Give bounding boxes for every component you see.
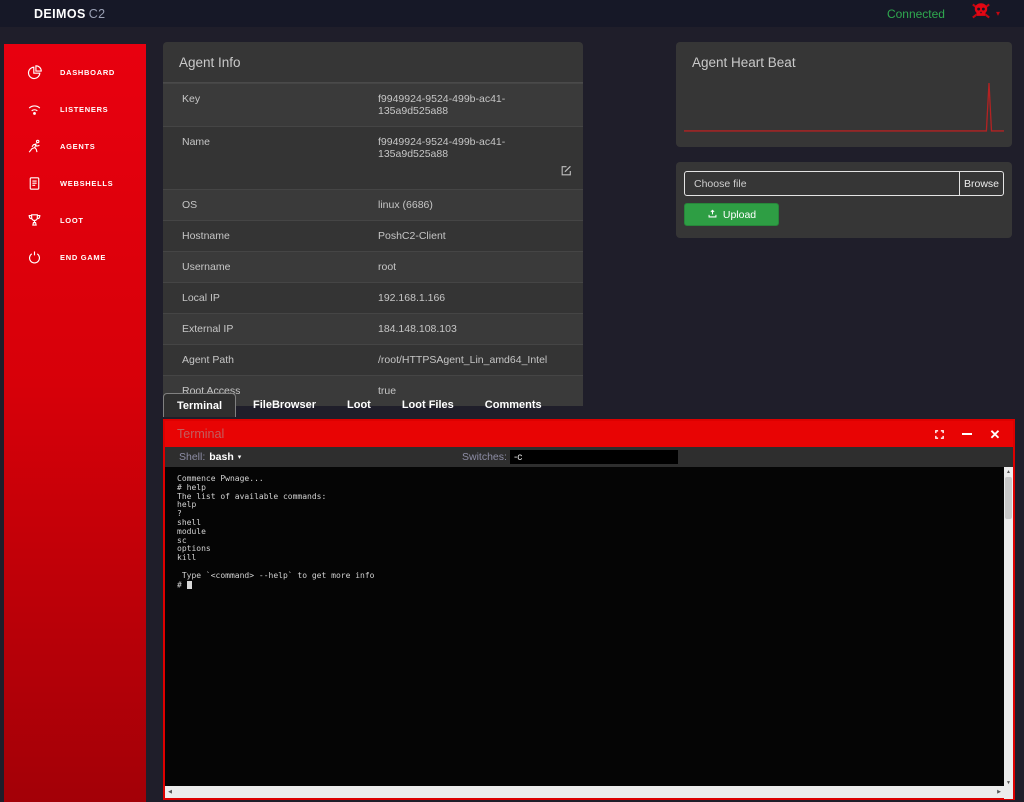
heartbeat-title: Agent Heart Beat: [676, 42, 1012, 82]
scroll-up-arrow[interactable]: ▲: [1004, 467, 1013, 476]
brand: DEIMOSC2: [34, 7, 106, 21]
skull-icon: [971, 2, 991, 25]
document-icon: [26, 175, 43, 192]
row-value: 192.168.1.166: [378, 292, 573, 304]
terminal-body: Commence Pwnage... # help The list of av…: [165, 467, 1013, 798]
brand-primary: DEIMOS: [34, 7, 86, 21]
table-row: Name f9949924-9524-499b-ac41-135a9d525a8…: [163, 126, 583, 189]
minimize-icon[interactable]: [961, 428, 973, 440]
sidebar-item-listeners[interactable]: LISTENERS: [4, 91, 146, 128]
row-value: f9949924-9524-499b-ac41-135a9d525a88: [378, 136, 573, 180]
table-row: Agent Path /root/HTTPSAgent_Lin_amd64_In…: [163, 344, 583, 375]
trophy-icon: [26, 212, 43, 229]
horizontal-scrollbar[interactable]: ◀ ▶: [165, 786, 1004, 798]
sidebar-label: DASHBOARD: [60, 68, 115, 77]
shell-label: Shell:: [179, 451, 205, 463]
row-label: OS: [182, 199, 378, 211]
edit-icon[interactable]: [560, 164, 573, 177]
sidebar-item-webshells[interactable]: WEBSHELLS: [4, 165, 146, 202]
sidebar-label: LOOT: [60, 216, 84, 225]
runner-icon: [26, 138, 43, 155]
sidebar-item-agents[interactable]: AGENTS: [4, 128, 146, 165]
row-label: Hostname: [182, 230, 378, 242]
expand-icon[interactable]: [933, 428, 945, 440]
close-icon[interactable]: ✕: [989, 428, 1001, 440]
row-label: Username: [182, 261, 378, 273]
vertical-scroll-thumb[interactable]: [1005, 477, 1012, 519]
user-menu-toggle[interactable]: ▾: [971, 2, 1000, 25]
power-icon: [26, 249, 43, 266]
shell-dropdown[interactable]: Shell: bash ▾: [179, 447, 241, 467]
switches-input[interactable]: [510, 450, 678, 464]
row-value: root: [378, 261, 573, 273]
table-row: Local IP 192.168.1.166: [163, 282, 583, 313]
row-label: Local IP: [182, 292, 378, 304]
upload-button[interactable]: Upload: [684, 203, 779, 226]
table-row: External IP 184.148.108.103: [163, 313, 583, 344]
sidebar-item-dashboard[interactable]: DASHBOARD: [4, 54, 146, 91]
wifi-icon: [26, 101, 43, 118]
heartbeat-chart: [684, 82, 1004, 132]
file-input-label: Choose file: [685, 172, 959, 195]
row-value: linux (6686): [378, 199, 573, 211]
row-label: Agent Path: [182, 354, 378, 366]
tab-loot[interactable]: Loot: [333, 393, 385, 417]
chevron-down-icon: ▾: [238, 453, 242, 461]
table-row: Username root: [163, 251, 583, 282]
connection-status: Connected: [887, 7, 945, 21]
sidebar-item-end-game[interactable]: END GAME: [4, 239, 146, 276]
scroll-right-arrow[interactable]: ▶: [994, 786, 1004, 798]
terminal-cursor: [187, 581, 192, 590]
shell-value: bash: [209, 451, 234, 463]
row-value: 184.148.108.103: [378, 323, 573, 335]
upload-icon: [707, 208, 718, 222]
terminal-output[interactable]: Commence Pwnage... # help The list of av…: [165, 467, 1004, 787]
tab-terminal[interactable]: Terminal: [163, 393, 236, 417]
upload-button-label: Upload: [723, 209, 756, 221]
sidebar-item-loot[interactable]: LOOT: [4, 202, 146, 239]
vertical-scrollbar[interactable]: ▲ ▼: [1004, 467, 1013, 799]
row-value: PoshC2-Client: [378, 230, 573, 242]
terminal-header: Terminal ✕: [165, 421, 1013, 447]
sidebar-label: WEBSHELLS: [60, 179, 113, 188]
row-value: /root/HTTPSAgent_Lin_amd64_Intel: [378, 354, 573, 366]
row-value: f9949924-9524-499b-ac41-135a9d525a88: [378, 93, 573, 117]
scroll-left-arrow[interactable]: ◀: [165, 786, 175, 798]
tab-filebrowser[interactable]: FileBrowser: [239, 393, 330, 417]
agent-name-value: f9949924-9524-499b-ac41-135a9d525a88: [378, 136, 505, 160]
sidebar-label: AGENTS: [60, 142, 95, 151]
tab-bar: Terminal FileBrowser Loot Loot Files Com…: [163, 393, 559, 417]
scroll-down-arrow[interactable]: ▼: [1004, 778, 1013, 787]
terminal-window: Terminal ✕ Shell: bash ▾ Switches: Comme…: [163, 419, 1015, 800]
browse-button[interactable]: Browse: [959, 172, 1003, 195]
switches-label: Switches:: [462, 451, 507, 463]
terminal-text: Commence Pwnage... # help The list of av…: [177, 474, 374, 589]
file-input[interactable]: Choose file Browse: [684, 171, 1004, 196]
table-row: Key f9949924-9524-499b-ac41-135a9d525a88: [163, 83, 583, 126]
table-row: OS linux (6686): [163, 189, 583, 220]
upload-panel: Choose file Browse Upload: [676, 162, 1012, 238]
table-row: Hostname PoshC2-Client: [163, 220, 583, 251]
top-navbar: DEIMOSC2 Connected ▾: [0, 0, 1024, 27]
caret-down-icon: ▾: [996, 10, 1000, 18]
row-label: External IP: [182, 323, 378, 335]
terminal-toolbar: Shell: bash ▾ Switches:: [165, 447, 1013, 467]
sidebar-label: LISTENERS: [60, 105, 108, 114]
sidebar-label: END GAME: [60, 253, 106, 262]
sidebar: DASHBOARD LISTENERS AGENTS WEBSHELLS: [4, 44, 146, 802]
terminal-title: Terminal: [177, 427, 224, 441]
row-label: Name: [182, 136, 378, 180]
agent-info-title: Agent Info: [163, 42, 583, 83]
heartbeat-panel: Agent Heart Beat: [676, 42, 1012, 147]
agent-info-panel: Agent Info Key f9949924-9524-499b-ac41-1…: [163, 42, 583, 371]
switches-group: Switches:: [462, 447, 678, 467]
pie-chart-icon: [26, 64, 43, 81]
brand-secondary: C2: [89, 7, 106, 21]
tab-loot-files[interactable]: Loot Files: [388, 393, 468, 417]
tab-comments[interactable]: Comments: [471, 393, 556, 417]
row-label: Key: [182, 93, 378, 117]
heartbeat-line: [684, 83, 1004, 131]
